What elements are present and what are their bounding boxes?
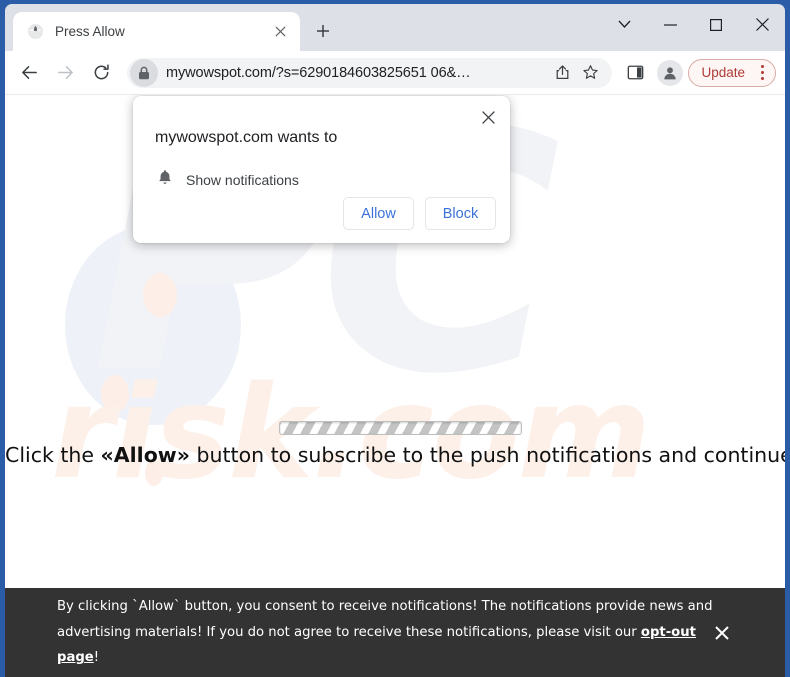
maximize-icon[interactable] xyxy=(693,4,739,45)
dialog-actions: Allow Block xyxy=(343,197,496,230)
star-icon[interactable] xyxy=(576,59,604,87)
block-button[interactable]: Block xyxy=(425,197,496,230)
headline-suffix: button to subscribe to the push notifica… xyxy=(190,443,785,467)
dialog-title: mywowspot.com wants to xyxy=(155,129,337,147)
update-button[interactable]: Update xyxy=(688,59,776,87)
close-window-icon[interactable] xyxy=(739,4,785,45)
share-icon[interactable] xyxy=(548,59,576,87)
consent-bar-close-icon[interactable] xyxy=(709,620,735,646)
minimize-icon[interactable] xyxy=(647,4,693,45)
globe-icon xyxy=(27,23,44,40)
browser-toolbar: mywowspot.com/?s=6290184603825651 06&… xyxy=(5,51,785,95)
watermark-circle xyxy=(65,225,241,425)
url-text: mywowspot.com/?s=6290184603825651 06&… xyxy=(158,65,548,81)
consent-text-before-link: By clicking `Allow` button, you consent … xyxy=(57,599,712,640)
back-arrow-icon[interactable] xyxy=(13,57,45,89)
watermark-blob xyxy=(101,375,129,413)
address-bar[interactable]: mywowspot.com/?s=6290184603825651 06&… xyxy=(127,58,612,88)
watermark-blob xyxy=(143,273,177,317)
headline-prefix: Click the xyxy=(5,443,101,467)
page-viewport: PC risk.com Click the «Allow» button to … xyxy=(5,95,785,588)
tab-title: Press Allow xyxy=(55,24,259,39)
browser-window: Press Allow xyxy=(0,0,790,647)
consent-bar-text: By clicking `Allow` button, you consent … xyxy=(5,594,785,671)
notification-permission-dialog: mywowspot.com wants to Show notification… xyxy=(133,96,510,243)
reload-icon[interactable] xyxy=(85,57,117,89)
tab-close-icon[interactable] xyxy=(270,22,290,42)
update-button-label: Update xyxy=(701,65,745,80)
profile-avatar-icon[interactable] xyxy=(657,60,683,86)
forward-arrow-icon xyxy=(49,57,81,89)
dialog-close-icon[interactable] xyxy=(475,104,501,130)
bell-icon xyxy=(157,169,173,191)
lock-icon[interactable] xyxy=(130,59,158,87)
tab-search-chevron-down-icon[interactable] xyxy=(601,4,647,45)
permission-request-row: Show notifications xyxy=(157,169,299,191)
consent-bar: By clicking `Allow` button, you consent … xyxy=(5,588,785,677)
three-dot-menu-icon[interactable] xyxy=(753,62,771,84)
window-controls xyxy=(601,4,785,45)
titlebar: Press Allow xyxy=(5,4,785,51)
side-panel-icon[interactable] xyxy=(620,58,650,88)
browser-tab[interactable]: Press Allow xyxy=(13,12,300,51)
tab-strip: Press Allow xyxy=(5,4,338,51)
headline-emphasis: «Allow» xyxy=(101,443,190,467)
new-tab-button[interactable] xyxy=(308,16,338,46)
page-headline: Click the «Allow» button to subscribe to… xyxy=(5,443,785,467)
permission-request-label: Show notifications xyxy=(186,172,299,188)
loading-progress-bar xyxy=(279,421,522,435)
consent-text-after-link: ! xyxy=(94,650,99,665)
allow-button[interactable]: Allow xyxy=(343,197,414,230)
